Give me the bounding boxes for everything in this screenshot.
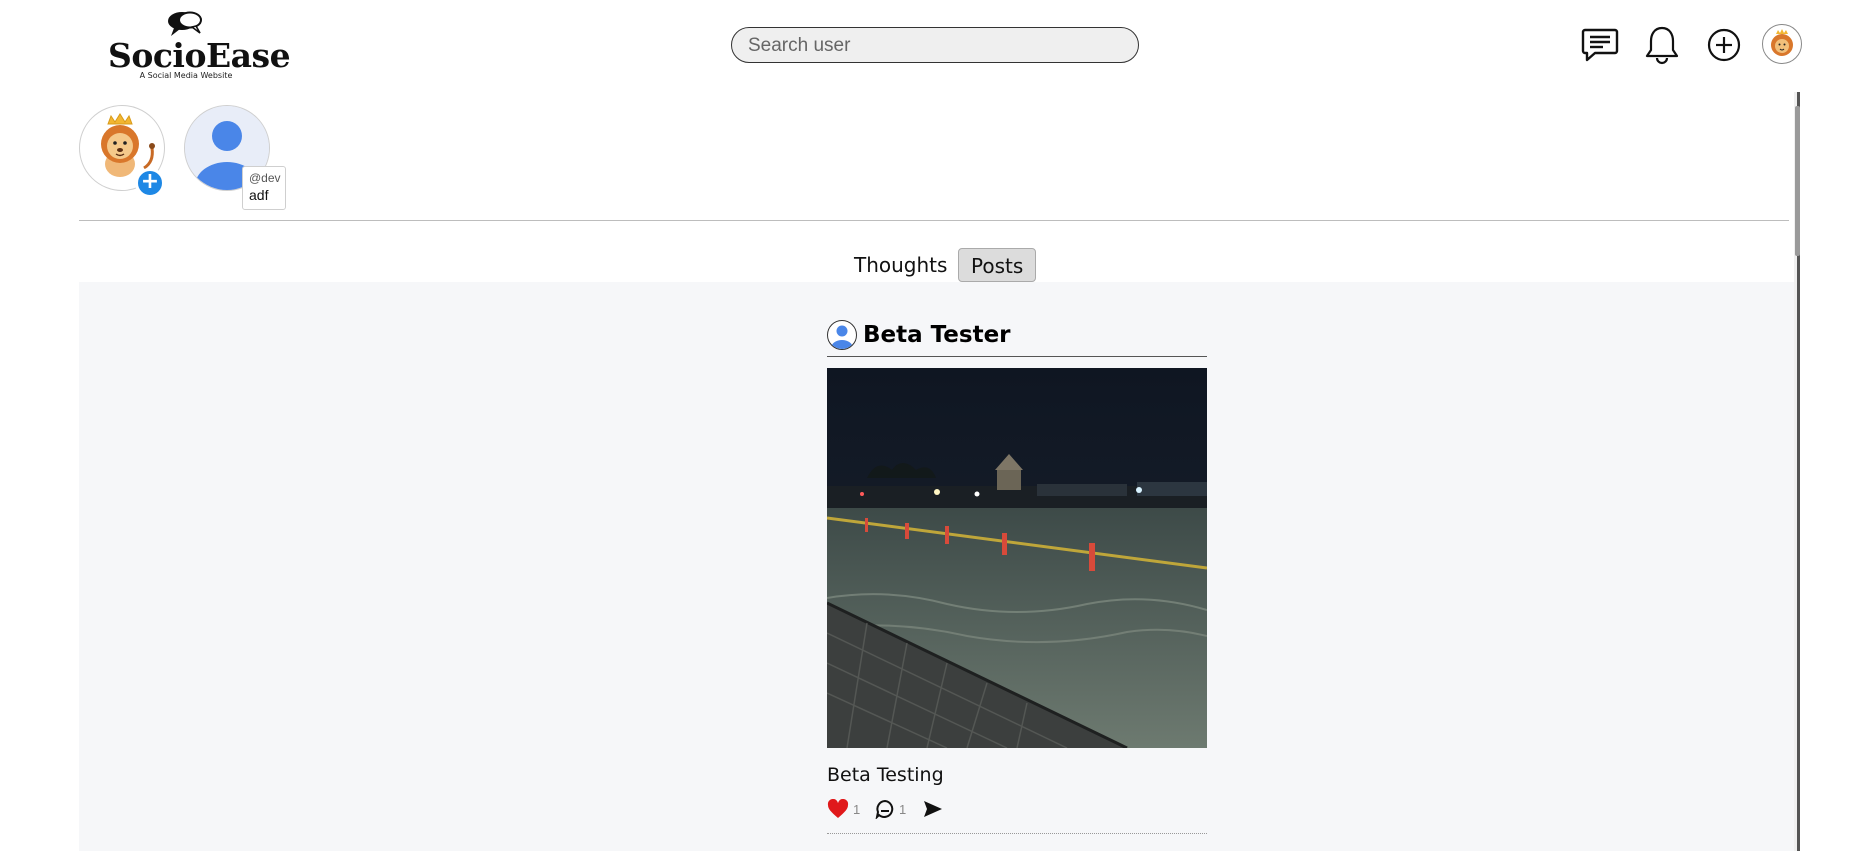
post-author-name[interactable]: Beta Tester [863,322,1011,348]
bell-icon [1645,26,1679,65]
lion-avatar-icon [1771,29,1793,56]
top-header: SocioEase A Social Media Website [0,0,1872,90]
scrollbar-thumb[interactable] [1795,106,1800,256]
like-button[interactable]: 1 [827,796,860,822]
brand-tagline: A Social Media Website [139,71,233,80]
tab-posts[interactable]: Posts [958,248,1037,282]
messages-button[interactable] [1579,24,1621,66]
share-button[interactable] [923,796,943,822]
search-box[interactable] [731,27,1139,63]
post-actions: 1 1 [827,796,1207,822]
story-user-name: adf [249,187,269,203]
post-author-avatar[interactable] [827,320,857,350]
create-post-button[interactable] [1703,24,1745,66]
plus-circle-icon [1707,28,1741,62]
post-divider [827,833,1207,834]
add-story-icon[interactable]: + [135,168,165,198]
notifications-button[interactable] [1641,24,1683,66]
comment-icon [875,799,894,819]
chat-icon [1581,28,1619,62]
story-user-tooltip: @dev adf [242,166,286,210]
post-caption: Beta Testing [827,764,944,786]
comment-count: 1 [899,801,907,817]
feed-tabs: Thoughts Posts [79,220,1794,282]
tab-thoughts[interactable]: Thoughts [842,248,959,282]
post-header: Beta Tester [827,312,1207,357]
search-input[interactable] [746,32,1120,60]
post-card: Beta Tester Beta Testing 1 1 [827,312,1207,834]
like-count: 1 [853,801,861,817]
story-user-handle: @dev [249,171,281,185]
posts-feed: Beta Tester Beta Testing 1 1 [79,282,1794,851]
send-icon [924,801,942,817]
profile-avatar-button[interactable] [1762,24,1802,64]
brand-logo[interactable]: SocioEase A Social Media Website [108,10,291,82]
chat-bubbles-logo-icon [168,11,202,36]
brand-name: SocioEase [108,36,291,75]
comment-button[interactable]: 1 [875,796,906,822]
stories-bar: + @dev adf [79,90,1789,221]
default-user-avatar-icon [831,325,853,349]
heart-icon [827,799,849,818]
post-image[interactable] [827,368,1207,748]
